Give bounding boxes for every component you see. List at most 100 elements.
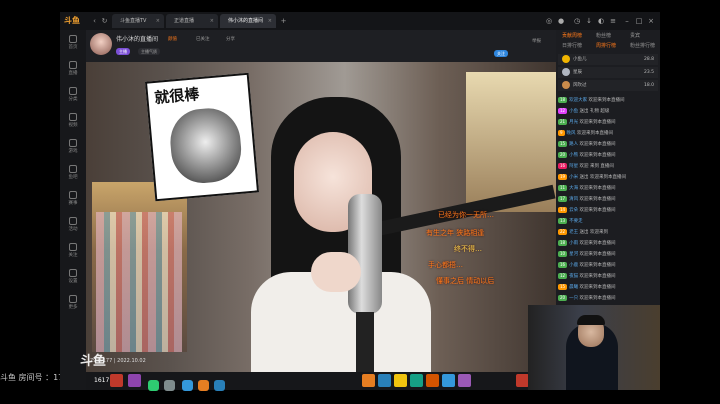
taskbar-wechat-icon[interactable] [148, 380, 159, 391]
panel-tab[interactable]: 贵宾 [630, 32, 640, 40]
chat-username[interactable]: 晚风 [567, 131, 576, 136]
chat-message[interactable]: 11 大海 欢迎来到本直播间 [558, 184, 658, 193]
download-icon[interactable]: ↓ [584, 15, 594, 27]
chat-list[interactable]: 18 欢迎大家 欢迎来到本直播间 12 小鱼 送出 礼物 超级 21 月光 欢迎来到本直播… [556, 96, 660, 306]
chat-message[interactable]: 12 小鱼 送出 礼物 超级 [558, 107, 658, 116]
follow-button[interactable]: 关注 [494, 50, 508, 57]
chat-message[interactable]: 18 小雨 欢迎来到本直播间 [558, 239, 658, 248]
tab-2[interactable]: 正道直播 × [166, 14, 218, 28]
chat-username[interactable]: 小雨 [569, 241, 578, 246]
minimize-icon[interactable]: – [622, 15, 632, 27]
video-player[interactable]: 就很棒 已经为你一无所… 有生之年 狭路相逢 终不得… 手心都捂… 懂事之后 情… [86, 62, 556, 372]
chat-username[interactable]: 欢迎大家 [569, 98, 587, 103]
chat-username[interactable]: 清风 [569, 197, 578, 202]
chat-username[interactable]: 晨曦 [569, 285, 578, 290]
close-icon[interactable]: × [156, 14, 160, 28]
chat-username[interactable]: 一只 [569, 296, 578, 301]
nav-item-video[interactable]: 视频 [62, 112, 84, 130]
history-icon[interactable]: ◷ [572, 15, 582, 27]
chat-username[interactable]: 月光 [569, 120, 578, 125]
chat-username[interactable]: 不要走 [569, 219, 583, 224]
gift-icon[interactable] [458, 374, 471, 387]
chat-message[interactable]: 15 晨曦 欢迎来到本直播间 [558, 283, 658, 292]
nav-item-live[interactable]: 直播 [62, 60, 84, 78]
chat-message[interactable]: 9 晚风 欢迎来到本直播间 [558, 129, 658, 138]
skin-icon[interactable]: ◐ [596, 15, 606, 27]
chat-username[interactable]: 大海 [569, 186, 578, 191]
gift-icon[interactable] [378, 374, 391, 387]
gift-icon[interactable] [426, 374, 439, 387]
chat-username[interactable]: 小熊 [569, 153, 578, 158]
gift-icon[interactable] [128, 374, 141, 387]
gift-icon[interactable] [110, 374, 123, 387]
panel-sub-tab[interactable]: 日排行榜 [562, 42, 582, 50]
report-link[interactable]: 举报 [532, 38, 541, 44]
message-icon[interactable]: ◎ [544, 15, 554, 27]
taskbar-app-icon[interactable] [214, 380, 225, 391]
cam-person-hair [577, 315, 605, 325]
fishbar-icon [69, 165, 77, 173]
chat-username[interactable]: 小米 [569, 175, 578, 180]
chat-username[interactable]: 云朵 [569, 208, 578, 213]
nav-item-home[interactable]: 首页 [62, 34, 84, 52]
nav-item-game[interactable]: 游戏 [62, 138, 84, 156]
panel-tab[interactable]: 贡献周榜 [562, 32, 582, 40]
close-icon[interactable]: × [210, 14, 214, 28]
chat-message[interactable]: 10 星河 欢迎来到本直播间 [558, 250, 658, 259]
gift-icon[interactable] [394, 374, 407, 387]
panel-tab[interactable]: 粉丝榜 [596, 32, 611, 40]
rank-item[interactable]: 星辰 23.5 [558, 67, 658, 78]
chat-username[interactable]: 小鱼 [569, 109, 578, 114]
maximize-icon[interactable]: □ [634, 15, 644, 27]
chat-message[interactable]: 15 路人 欢迎来到本直播间 [558, 140, 658, 149]
panel-sub-tab[interactable]: 周排行榜 [596, 42, 616, 50]
nav-item-category[interactable]: 分类 [62, 86, 84, 104]
close-icon[interactable]: × [268, 14, 272, 28]
chat-username[interactable]: 小鹿 [569, 263, 578, 268]
chat-message[interactable]: 20 一只 欢迎来到本直播间 [558, 294, 658, 303]
chat-username[interactable]: 星河 [569, 252, 578, 257]
menu-icon[interactable]: ≡ [608, 15, 618, 27]
chat-message[interactable]: 21 月光 欢迎来到本直播间 [558, 118, 658, 127]
nav-item-fishbar[interactable]: 鱼吧 [62, 164, 84, 182]
chat-message[interactable]: 12 夜猫 欢迎来到本直播间 [558, 272, 658, 281]
nav-item-follow[interactable]: 关注 [62, 242, 84, 260]
chat-message[interactable]: 20 小熊 欢迎来到本直播间 [558, 151, 658, 160]
share-link[interactable]: 分享 [226, 36, 235, 42]
chat-username[interactable]: 路人 [569, 142, 578, 147]
taskbar-app-icon[interactable] [182, 380, 193, 391]
taskbar-app-icon[interactable] [164, 380, 175, 391]
new-tab-icon[interactable]: + [279, 16, 288, 26]
back-icon[interactable]: ‹ [90, 16, 99, 26]
streamer-avatar[interactable] [90, 33, 112, 55]
rank-item[interactable]: 小鱼儿 28.8 [558, 54, 658, 65]
chat-message[interactable]: 18 欢迎大家 欢迎来到本直播间 [558, 96, 658, 105]
chat-message[interactable]: 19 小米 送出 欢迎来到本直播间 [558, 173, 658, 182]
panel-sub-tab[interactable]: 粉丝排行榜 [630, 42, 655, 50]
chat-username[interactable]: 阿星 [569, 164, 578, 169]
chat-message[interactable]: 16 阿星 欢迎 来到 直播间 [558, 162, 658, 171]
chat-username[interactable]: 夜猫 [569, 274, 578, 279]
nav-item-match[interactable]: 赛事 [62, 190, 84, 208]
chat-message[interactable]: 14 云朵 欢迎来到本直播间 [558, 206, 658, 215]
gift-icon[interactable] [442, 374, 455, 387]
nav-item-more[interactable]: 更多 [62, 294, 84, 312]
gift-icon[interactable] [410, 374, 423, 387]
chat-message[interactable]: 13 不要走 [558, 217, 658, 226]
chat-message[interactable]: 16 小鹿 欢迎来到本直播间 [558, 261, 658, 270]
refresh-icon[interactable]: ↻ [100, 16, 109, 26]
nav-label: 鱼吧 [68, 175, 78, 180]
rank-item[interactable]: 风吹过 18.0 [558, 80, 658, 91]
chat-message[interactable]: 22 老王 送出 欢迎来到 [558, 228, 658, 237]
tab-1[interactable]: 斗鱼直播TV × [112, 14, 164, 28]
chat-message[interactable]: 17 清风 欢迎来到本直播间 [558, 195, 658, 204]
nav-item-event[interactable]: 活动 [62, 216, 84, 234]
taskbar-app-icon[interactable] [198, 380, 209, 391]
user-avatar[interactable]: ● [556, 15, 566, 27]
nav-item-settings[interactable]: 设置 [62, 268, 84, 286]
chat-username[interactable]: 老王 [569, 230, 578, 235]
close-window-icon[interactable]: × [646, 15, 656, 27]
gift-icon[interactable] [362, 374, 375, 387]
tab-3-active[interactable]: 伟小沐的直播间 × [220, 14, 276, 28]
room-category[interactable]: 颜值 [168, 36, 177, 42]
